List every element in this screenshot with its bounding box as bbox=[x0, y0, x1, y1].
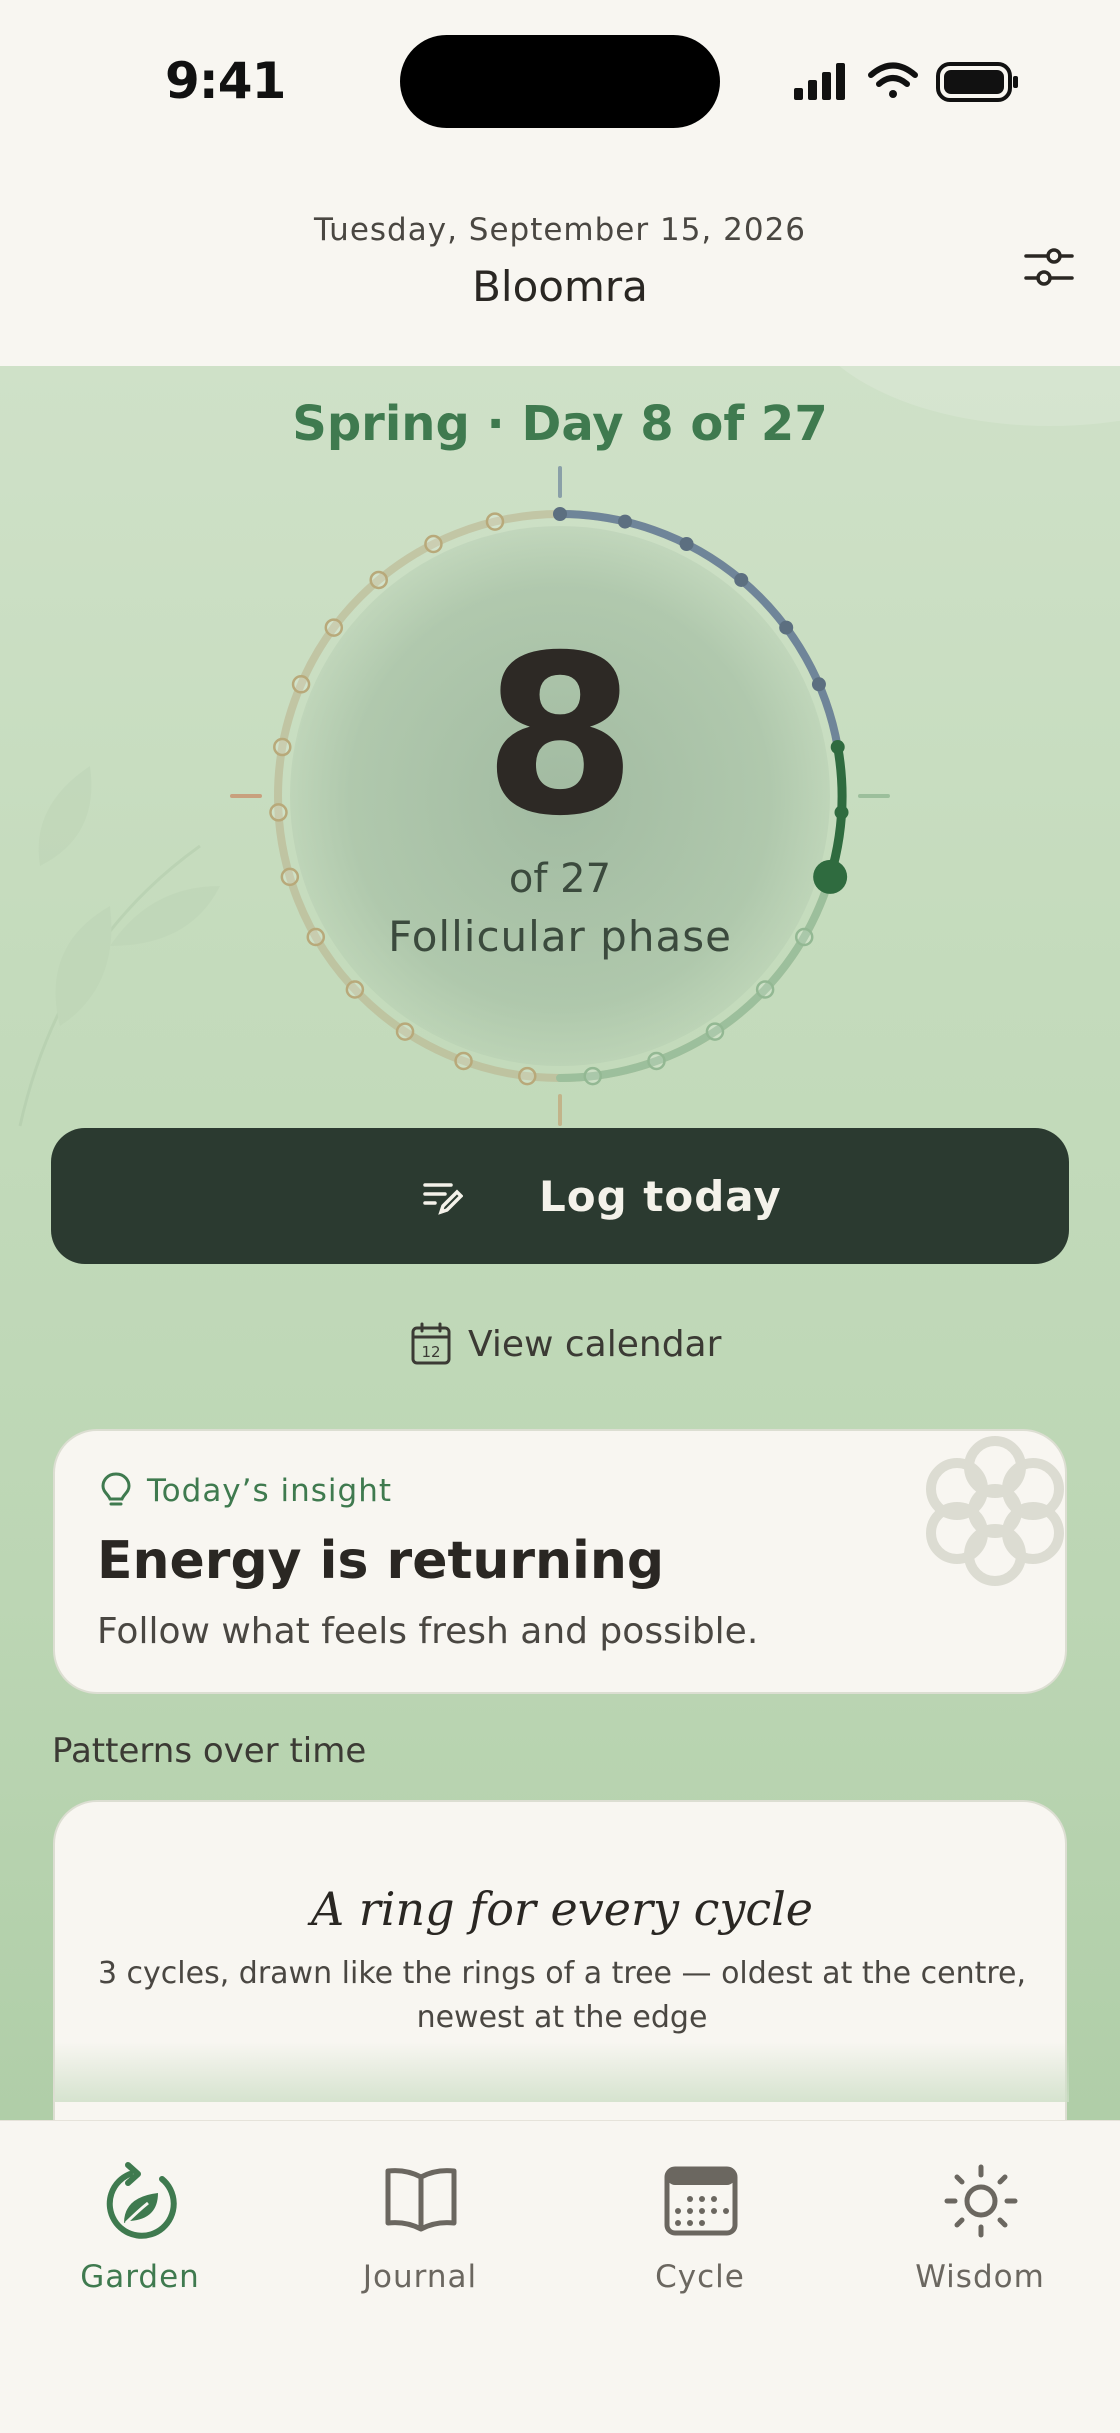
app-title: Bloomra bbox=[472, 262, 648, 311]
cycle-rings-card[interactable]: A ring for every cycle 3 cycles, drawn l… bbox=[53, 1800, 1069, 2120]
sun-icon bbox=[944, 2164, 1018, 2238]
ring-future-day-dot bbox=[705, 1022, 725, 1041]
tab-cycle-label: Cycle bbox=[655, 2259, 745, 2295]
sliders-icon bbox=[1024, 248, 1074, 286]
status-time: 9:41 bbox=[165, 52, 286, 110]
insight-body: Follow what feels fresh and possible. bbox=[97, 1611, 759, 1652]
ring-future-day-dot bbox=[518, 1066, 537, 1086]
calendar-icon: 12 bbox=[411, 1322, 451, 1365]
status-icons bbox=[794, 62, 1018, 102]
ring-past-day-dot bbox=[734, 572, 749, 587]
ring-future-day-dot bbox=[454, 1051, 473, 1071]
ring-past-day-dot bbox=[679, 536, 694, 551]
cycle-length: of 27 bbox=[508, 856, 612, 902]
tab-journal[interactable]: Journal bbox=[300, 2161, 540, 2311]
ring-past-day-dot bbox=[553, 507, 567, 521]
tab-garden-label: Garden bbox=[80, 2259, 200, 2295]
calendar-grid-icon bbox=[664, 2166, 738, 2236]
flower-decoration-icon bbox=[926, 1436, 1064, 1586]
ring-future-day-dot bbox=[647, 1051, 666, 1071]
ring-future-day-dot bbox=[485, 512, 505, 531]
tab-wisdom-label: Wisdom bbox=[915, 2259, 1045, 2295]
current-day-number: 8 bbox=[483, 608, 637, 864]
view-calendar-link[interactable]: 12 View calendar bbox=[410, 1316, 730, 1376]
app-header: Tuesday, September 15, 2026 Bloomra bbox=[0, 160, 1120, 366]
rings-card-subtitle: 3 cycles, drawn like the rings of a tree… bbox=[97, 1956, 1027, 2035]
settings-button[interactable] bbox=[1020, 238, 1080, 298]
rings-fade bbox=[55, 2042, 1069, 2102]
log-today-label: Log today bbox=[539, 1172, 782, 1221]
svg-text:12: 12 bbox=[421, 1343, 440, 1361]
tab-cycle[interactable]: Cycle bbox=[580, 2161, 820, 2311]
leaf-cycle-icon bbox=[106, 2162, 177, 2239]
log-today-button[interactable]: Log today bbox=[51, 1128, 1069, 1264]
dynamic-island bbox=[400, 35, 720, 128]
tab-journal-label: Journal bbox=[362, 2259, 478, 2295]
bottom-tab-bar: Garden Journal Cycle Wisdom bbox=[0, 2120, 1120, 2433]
phase-name: Follicular phase bbox=[388, 912, 732, 961]
rings-card-title: A ring for every cycle bbox=[310, 1882, 814, 1936]
ring-future-day-dot bbox=[345, 980, 365, 999]
ring-spring-segment bbox=[556, 872, 835, 1082]
tab-garden[interactable]: Garden bbox=[20, 2161, 260, 2311]
insight-tag: Today’s insight bbox=[147, 1473, 393, 1509]
cycle-ring[interactable]: 8 of 27 Follicular phase bbox=[220, 456, 900, 1136]
ring-future-day-dot bbox=[583, 1066, 602, 1086]
ring-future-day-dot bbox=[395, 1022, 415, 1041]
status-bar: 9:41 bbox=[0, 0, 1120, 160]
view-calendar-label: View calendar bbox=[468, 1324, 722, 1365]
edit-list-icon bbox=[423, 1183, 463, 1215]
current-date: Tuesday, September 15, 2026 bbox=[313, 212, 807, 248]
insight-card[interactable]: Today’s insight Energy is returning Foll… bbox=[53, 1429, 1067, 1694]
lightbulb-icon bbox=[101, 1472, 131, 1506]
ring-future-day-dot bbox=[424, 534, 443, 554]
cellular-signal-icon bbox=[794, 63, 845, 100]
garden-area: Spring · Day 8 of 27 8 of 27 Follicular … bbox=[0, 366, 1120, 2120]
patterns-heading: Patterns over time bbox=[52, 1731, 367, 1771]
wifi-icon bbox=[868, 62, 918, 98]
ring-past-day-dot bbox=[618, 514, 633, 529]
battery-icon bbox=[936, 62, 1018, 102]
book-icon bbox=[385, 2168, 457, 2232]
cycle-heading: Spring · Day 8 of 27 bbox=[292, 396, 828, 452]
tab-wisdom[interactable]: Wisdom bbox=[860, 2161, 1100, 2311]
ring-future-day-dot bbox=[369, 570, 388, 590]
ring-future-day-dot bbox=[755, 980, 775, 999]
insight-title: Energy is returning bbox=[97, 1531, 665, 1591]
